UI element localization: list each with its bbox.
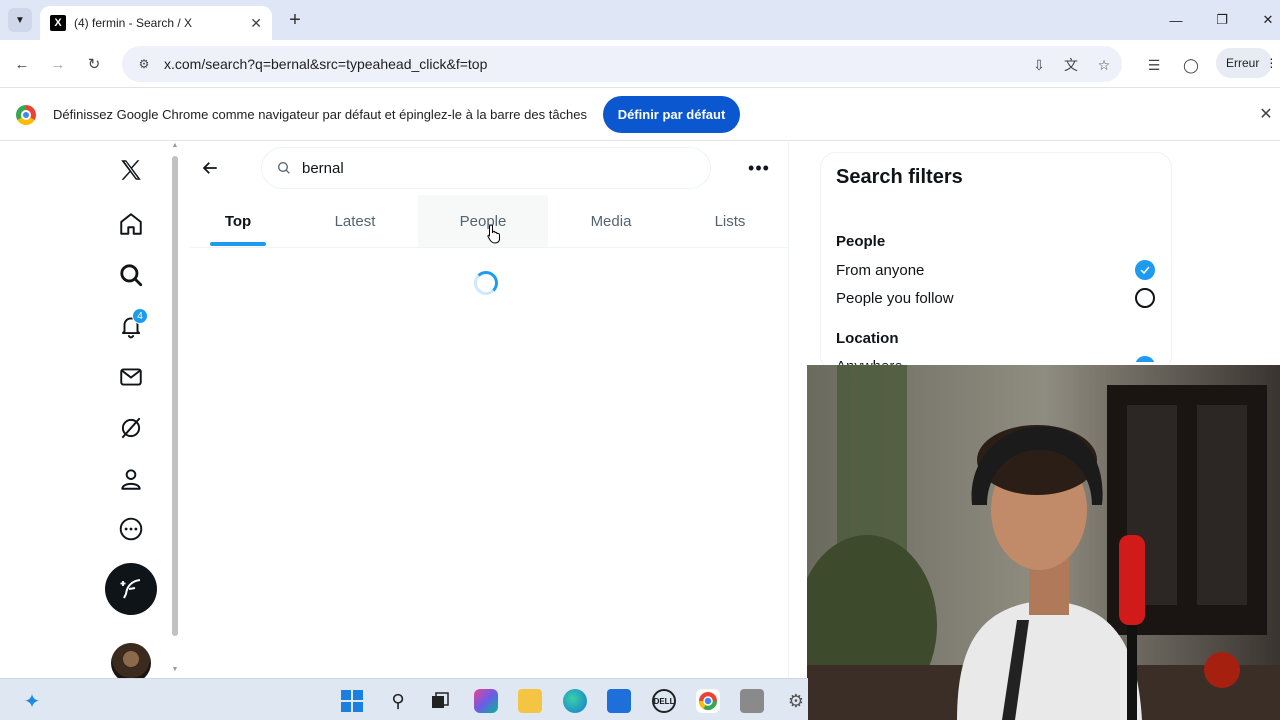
tab-lists[interactable]: Lists <box>700 195 760 248</box>
reload-icon: ↻ <box>87 56 101 73</box>
restore-button[interactable]: ❐ <box>1207 8 1237 32</box>
tab-title: (4) fermin - Search / X <box>74 16 193 30</box>
account-icon[interactable]: ◯ <box>1180 54 1202 76</box>
search-filters-title: Search filters <box>836 166 963 188</box>
chrome-taskbar-icon[interactable] <box>696 689 720 713</box>
grok-icon[interactable] <box>113 410 149 446</box>
profile-error-button[interactable]: Erreur ⋮ <box>1216 48 1277 78</box>
infobar-message: Définissez Google Chrome comme navigateu… <box>53 107 588 122</box>
tab-top[interactable]: Top <box>210 195 266 248</box>
restore-icon: ❐ <box>1216 12 1228 27</box>
back-button[interactable]: ← <box>8 50 36 78</box>
widgets-icon[interactable]: ✦ <box>20 689 44 713</box>
windows-start-icon[interactable] <box>340 689 364 713</box>
new-tab-button[interactable]: + <box>284 8 306 32</box>
location-filter-heading: Location <box>836 330 899 347</box>
translate-icon[interactable]: 文 <box>1060 54 1082 76</box>
scroll-up-icon[interactable]: ▲ <box>171 142 179 149</box>
post-button[interactable] <box>105 563 157 615</box>
active-tab-indicator <box>210 242 266 246</box>
arrow-left-icon <box>202 162 217 174</box>
set-default-button[interactable]: Définir par défaut <box>603 96 740 133</box>
x-logo-icon[interactable] <box>113 152 149 188</box>
close-icon: ✕ <box>1262 12 1274 27</box>
tab-strip: ▼ X (4) fermin - Search / X ✕ + — ❐ ✕ <box>0 0 1280 40</box>
webcam-video-feed <box>807 365 1280 720</box>
x-favicon-icon: X <box>50 15 66 31</box>
forward-button[interactable]: → <box>44 50 72 78</box>
scrollbar-thumb[interactable] <box>172 156 178 636</box>
search-icon <box>278 162 290 174</box>
tab-people[interactable]: People <box>448 195 518 248</box>
arrow-left-icon: ← <box>14 55 30 73</box>
people-you-follow-label[interactable]: People you follow <box>836 290 954 307</box>
file-explorer-icon[interactable] <box>518 689 542 713</box>
windows-taskbar: ✦ ⚲ DELL ⚙ <box>0 678 808 720</box>
page-scrollbar[interactable]: ▲ ▼ <box>170 142 180 678</box>
home-icon[interactable] <box>113 206 149 242</box>
app-icon[interactable] <box>740 689 764 713</box>
loading-spinner-icon <box>474 271 498 295</box>
tab-search-button[interactable]: ▼ <box>8 8 32 32</box>
site-info-icon[interactable]: ⚙ <box>136 56 152 72</box>
browser-tab[interactable]: X (4) fermin - Search / X ✕ <box>40 6 272 40</box>
address-bar[interactable]: ⚙ x.com/search?q=bernal&src=typeahead_cl… <box>122 46 1122 82</box>
default-browser-infobar: Définissez Google Chrome comme navigateu… <box>0 88 1280 141</box>
profile-icon[interactable] <box>113 461 149 497</box>
store-icon[interactable] <box>607 689 631 713</box>
task-view-icon[interactable] <box>428 689 452 713</box>
media-controls-icon[interactable]: ☰ <box>1143 54 1165 76</box>
from-anyone-label[interactable]: From anyone <box>836 262 924 279</box>
column-divider <box>788 142 789 678</box>
browser-toolbar: ← → ↻ ⚙ x.com/search?q=bernal&src=typeah… <box>0 40 1280 88</box>
dell-icon[interactable]: DELL <box>652 689 676 713</box>
settings-gear-icon[interactable]: ⚙ <box>784 689 808 713</box>
reload-button[interactable]: ↻ <box>80 50 108 78</box>
more-options-icon[interactable]: ••• <box>745 154 773 182</box>
webcam-overlay <box>807 365 1280 720</box>
chrome-logo-icon <box>16 105 36 125</box>
edge-icon[interactable] <box>563 689 587 713</box>
search-input[interactable]: bernal <box>261 147 711 189</box>
arrow-right-icon: → <box>50 55 66 73</box>
avatar[interactable] <box>111 643 151 683</box>
close-tab-icon[interactable]: ✕ <box>250 15 262 32</box>
minimize-icon: — <box>1169 12 1183 28</box>
people-filter-heading: People <box>836 233 886 250</box>
explore-icon[interactable] <box>113 257 149 293</box>
more-icon[interactable] <box>113 511 149 547</box>
back-arrow-button[interactable] <box>196 154 224 182</box>
hand-cursor-icon <box>487 224 500 244</box>
messages-icon[interactable] <box>113 359 149 395</box>
chevron-down-icon: ▼ <box>15 14 25 26</box>
install-app-icon[interactable]: ⇩ <box>1028 54 1050 76</box>
tab-media[interactable]: Media <box>576 195 646 248</box>
plus-icon: + <box>289 8 301 31</box>
close-window-button[interactable]: ✕ <box>1253 8 1280 32</box>
close-infobar-icon[interactable]: ✕ <box>1256 104 1276 124</box>
copilot-icon[interactable] <box>474 689 498 713</box>
feather-plus-icon <box>120 579 141 599</box>
people-you-follow-radio[interactable] <box>1135 288 1155 308</box>
tab-latest[interactable]: Latest <box>320 195 390 248</box>
minimize-button[interactable]: — <box>1161 8 1191 32</box>
address-text: x.com/search?q=bernal&src=typeahead_clic… <box>164 56 488 72</box>
search-icon[interactable]: ⚲ <box>386 689 410 713</box>
kebab-menu-icon[interactable]: ⋮ <box>1265 56 1277 70</box>
bookmark-star-icon[interactable]: ☆ <box>1093 54 1115 76</box>
from-anyone-radio[interactable] <box>1135 260 1155 280</box>
profile-label: Erreur <box>1226 56 1260 70</box>
notification-count-badge: 4 <box>132 308 148 324</box>
checkmark-icon <box>1140 266 1150 275</box>
search-query: bernal <box>302 159 344 177</box>
scroll-down-icon[interactable]: ▼ <box>171 666 179 673</box>
